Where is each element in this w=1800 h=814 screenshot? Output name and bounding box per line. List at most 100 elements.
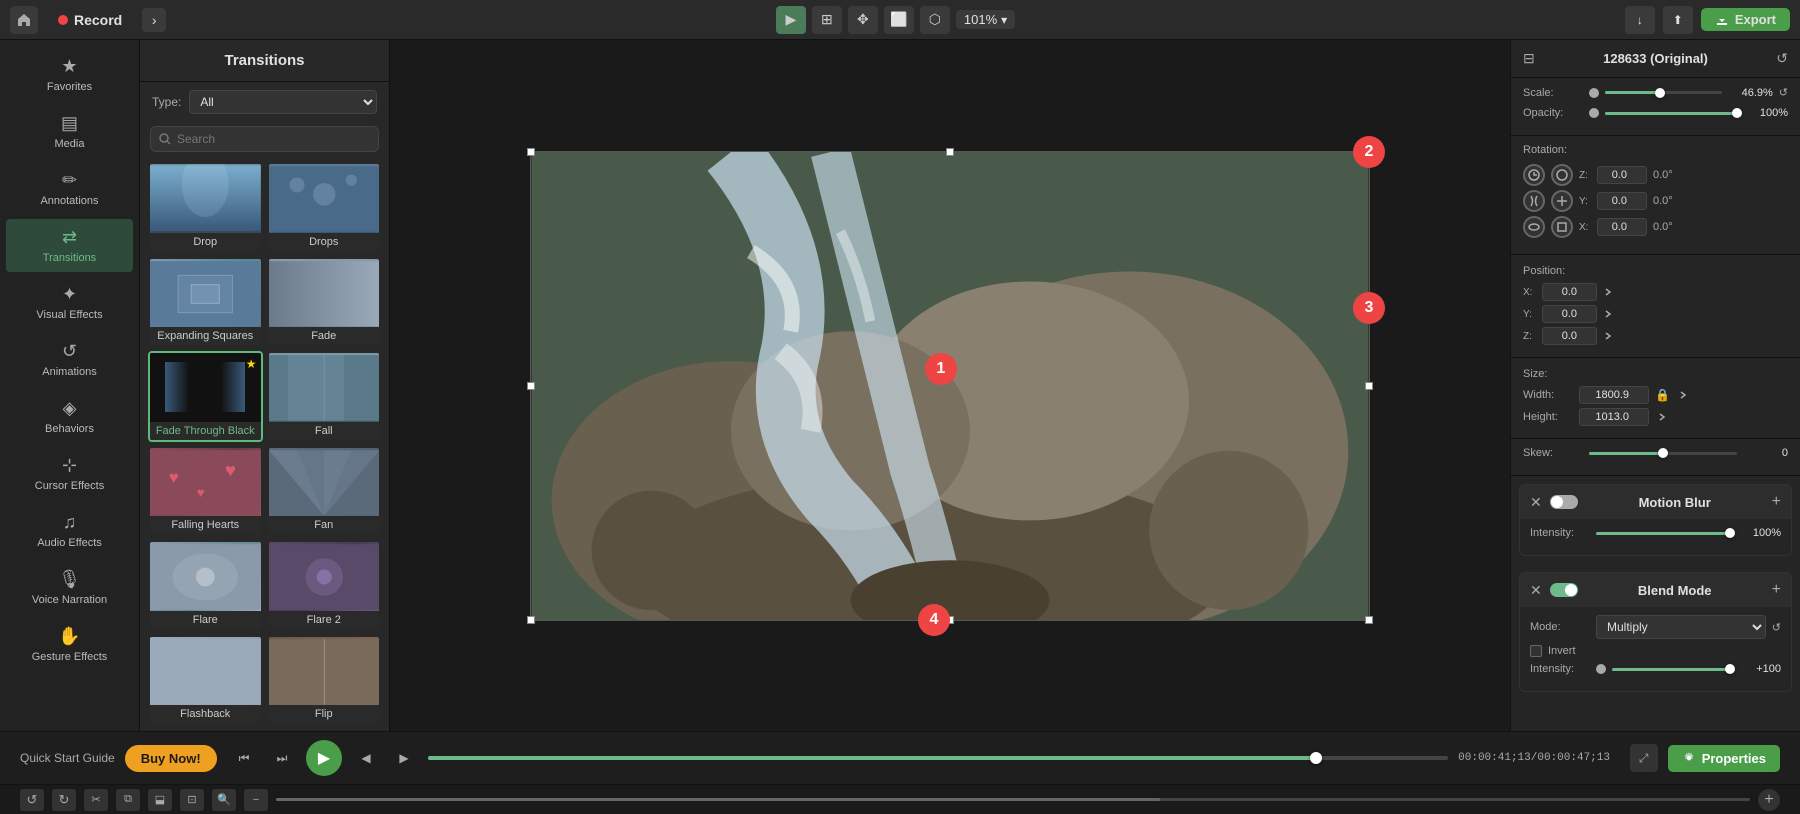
crop-tool-button[interactable]: ⬜	[884, 6, 914, 34]
scale-slider[interactable]	[1605, 91, 1722, 94]
next-frame-button[interactable]: ▶	[390, 744, 418, 772]
handle-mid-left[interactable]	[527, 382, 535, 390]
position-y-stepper[interactable]	[1601, 307, 1615, 321]
cut-button[interactable]: ✂	[84, 789, 108, 811]
transition-item-flashback[interactable]: Flashback	[148, 635, 263, 726]
quick-start-guide[interactable]: Quick Start Guide	[20, 751, 115, 765]
buy-now-button[interactable]: Buy Now!	[125, 745, 217, 772]
record-button[interactable]: Record	[46, 8, 134, 32]
handle-bottom-right[interactable]	[1365, 616, 1373, 624]
motion-blur-toggle[interactable]	[1550, 495, 1578, 509]
opacity-slider[interactable]	[1605, 112, 1737, 115]
handle-mid-right[interactable]	[1365, 382, 1373, 390]
play-button[interactable]: ▶	[306, 740, 342, 776]
rotation-x-flip[interactable]	[1551, 216, 1573, 238]
redo-button[interactable]: ↻	[52, 789, 76, 811]
search-input[interactable]	[177, 132, 370, 146]
rotation-z-flip[interactable]	[1551, 164, 1573, 186]
handle-top-left[interactable]	[527, 148, 535, 156]
timeline-zoom-slider[interactable]	[276, 798, 1750, 801]
position-z-stepper[interactable]	[1601, 329, 1615, 343]
forward-arrow-button[interactable]: ›	[142, 8, 166, 32]
sidebar-item-animations[interactable]: ↺ Animations	[6, 333, 133, 386]
rotation-y-input[interactable]	[1597, 192, 1647, 210]
skew-slider[interactable]	[1589, 452, 1737, 455]
blend-mode-refresh[interactable]: ↺	[1772, 621, 1781, 634]
progress-bar[interactable]	[428, 756, 1448, 760]
progress-thumb[interactable]	[1310, 752, 1322, 764]
rotation-z-input[interactable]	[1597, 166, 1647, 184]
step-back-button[interactable]: ⏭	[268, 744, 296, 772]
rotation-x-icon[interactable]	[1523, 216, 1545, 238]
screenshot-button[interactable]: ⊡	[180, 789, 204, 811]
copy-button[interactable]: ⧉	[116, 789, 140, 811]
sidebar-item-behaviors[interactable]: ◈ Behaviors	[6, 390, 133, 443]
rotation-z-icon[interactable]	[1523, 164, 1545, 186]
transition-item-fade-through-black[interactable]: ★ Fade Through Black	[148, 351, 263, 442]
motion-blur-add-button[interactable]: +	[1772, 493, 1781, 511]
scale-refresh[interactable]: ↺	[1779, 86, 1788, 99]
type-select[interactable]: All	[189, 90, 377, 114]
properties-button[interactable]: Properties	[1668, 745, 1780, 772]
sidebar-item-annotations[interactable]: ✏ Annotations	[6, 162, 133, 215]
blend-intensity-slider[interactable]	[1612, 668, 1730, 671]
transition-item-flare[interactable]: Flare	[148, 540, 263, 631]
layout-icon-button[interactable]: ⊟	[1523, 50, 1535, 67]
intensity-slider[interactable]	[1596, 532, 1730, 535]
height-input[interactable]	[1579, 408, 1649, 426]
blend-mode-close-button[interactable]: ✕	[1530, 582, 1542, 599]
transition-item-fall[interactable]: Fall	[267, 351, 382, 442]
sidebar-item-visual-effects[interactable]: ✦ Visual Effects	[6, 276, 133, 329]
sidebar-item-gesture-effects[interactable]: ✋ Gesture Effects	[6, 618, 133, 671]
minus-button[interactable]: −	[244, 789, 268, 811]
width-stepper[interactable]	[1676, 388, 1690, 402]
transition-item-flare-2[interactable]: Flare 2	[267, 540, 382, 631]
rewind-button[interactable]: ⏮	[230, 744, 258, 772]
move-tool-button[interactable]: ✥	[848, 6, 878, 34]
add-track-button[interactable]: +	[1758, 789, 1780, 811]
sidebar-item-voice-narration[interactable]: 🎙 Voice Narration	[6, 561, 133, 614]
sidebar-item-cursor-effects[interactable]: ⊹ Cursor Effects	[6, 447, 133, 500]
invert-checkbox[interactable]	[1530, 645, 1542, 657]
scale-knob[interactable]	[1589, 88, 1599, 98]
select-tool-button[interactable]: ▶	[776, 6, 806, 34]
blend-mode-add-button[interactable]: +	[1772, 581, 1781, 599]
zoom-selector[interactable]: 101% ▾	[956, 10, 1015, 29]
download-button[interactable]: ↓	[1625, 6, 1655, 34]
transform-tool-button[interactable]: ⬡	[920, 6, 950, 34]
handle-mid-top[interactable]	[946, 148, 954, 156]
transition-item-drops[interactable]: Drops	[267, 162, 382, 253]
transition-item-flip[interactable]: Flip	[267, 635, 382, 726]
position-x-stepper[interactable]	[1601, 285, 1615, 299]
blend-intensity-knob[interactable]	[1596, 664, 1606, 674]
motion-blur-close-button[interactable]: ✕	[1530, 494, 1542, 511]
refresh-button[interactable]: ↺	[1776, 50, 1788, 67]
sidebar-item-media[interactable]: ▤ Media	[6, 105, 133, 158]
search-timeline-button[interactable]: 🔍	[212, 789, 236, 811]
lock-icon[interactable]: 🔒	[1655, 388, 1670, 402]
transition-item-falling-hearts[interactable]: ♥♥♥ Falling Hearts	[148, 446, 263, 537]
opacity-knob[interactable]	[1589, 108, 1599, 118]
transition-item-fade[interactable]: Fade	[267, 257, 382, 348]
export-button[interactable]: Export	[1701, 8, 1790, 31]
grid-tool-button[interactable]: ⊞	[812, 6, 842, 34]
prev-frame-button[interactable]: ◀	[352, 744, 380, 772]
position-x-input[interactable]	[1542, 283, 1597, 301]
transition-item-drop[interactable]: Drop	[148, 162, 263, 253]
sidebar-item-transitions[interactable]: ⇄ Transitions	[6, 219, 133, 272]
position-z-input[interactable]	[1542, 327, 1597, 345]
home-button[interactable]	[10, 6, 38, 34]
share-button[interactable]: ⬆	[1663, 6, 1693, 34]
transition-item-fan[interactable]: Fan	[267, 446, 382, 537]
paste-button[interactable]: ⬓	[148, 789, 172, 811]
transition-item-expanding-squares[interactable]: Expanding Squares	[148, 257, 263, 348]
blend-mode-toggle[interactable]	[1550, 583, 1578, 597]
blend-mode-select[interactable]: Multiply	[1596, 615, 1766, 639]
rotation-y-flip[interactable]	[1551, 190, 1573, 212]
sidebar-item-audio-effects[interactable]: ♫ Audio Effects	[6, 504, 133, 557]
width-input[interactable]	[1579, 386, 1649, 404]
sidebar-item-favorites[interactable]: ★ Favorites	[6, 48, 133, 101]
position-y-input[interactable]	[1542, 305, 1597, 323]
rotation-y-icon[interactable]	[1523, 190, 1545, 212]
undo-button[interactable]: ↺	[20, 789, 44, 811]
